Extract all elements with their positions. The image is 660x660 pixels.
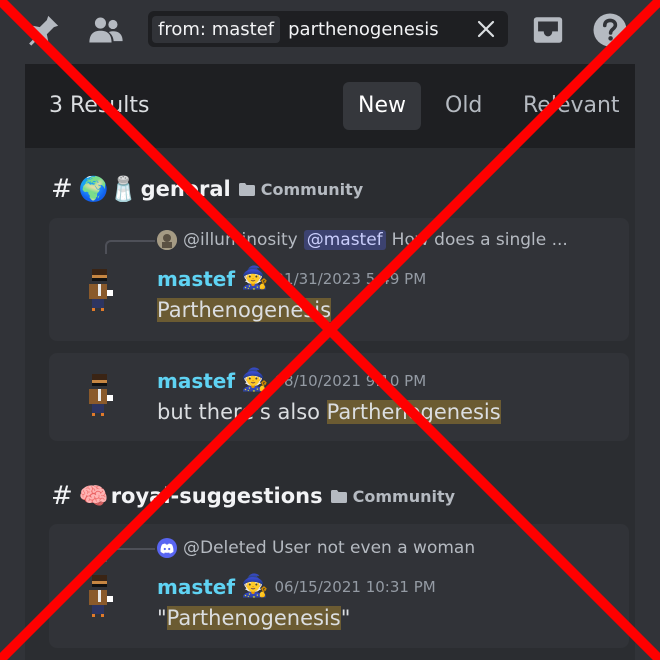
channel-emoji: 🌍🧂 [78, 175, 139, 203]
reply-text: not even a woman [316, 538, 476, 558]
avatar[interactable] [77, 572, 125, 620]
message-body: but there's also Parthenogenesis [157, 400, 501, 424]
avatar[interactable] [77, 371, 125, 419]
category-label: Community [260, 179, 364, 199]
pin-icon[interactable] [24, 10, 64, 50]
reply-connector [105, 240, 155, 254]
wizard-emoji: 🧙 [241, 368, 269, 393]
tab-sort-relevant[interactable]: Relevant [508, 82, 635, 130]
members-icon[interactable] [86, 10, 126, 50]
reply-text: How does a single ... [391, 230, 568, 250]
top-bar: from: mastef parthenogenesis [0, 0, 660, 64]
message-result[interactable]: @illuminosity @mastef How does a single … [49, 218, 629, 341]
author-name[interactable]: mastef [157, 267, 235, 291]
author-name[interactable]: mastef [157, 369, 235, 393]
results-header: 3 Results New Old Relevant [25, 64, 635, 148]
timestamp: 08/10/2021 9:10 PM [274, 371, 427, 390]
wizard-emoji: 🧙 [241, 574, 269, 599]
category-label: Community [352, 486, 456, 506]
channel-hash-icon: # [51, 481, 73, 511]
help-icon[interactable] [590, 10, 630, 50]
search-filter-chip[interactable]: from: mastef [152, 15, 281, 43]
tab-sort-old[interactable]: Old [430, 82, 497, 130]
search-filter-value: mastef [211, 18, 275, 40]
message-body: Parthenogenesis [157, 298, 332, 322]
body-text: but there's also [157, 400, 327, 424]
search-highlight: Parthenogenesis [166, 606, 341, 630]
channel-name: general [140, 177, 231, 201]
message-header: mastef 🧙 06/15/2021 10:31 PM [157, 574, 436, 599]
timestamp: 06/15/2021 10:31 PM [274, 577, 436, 596]
reply-preview[interactable]: @Deleted User not even a woman [157, 538, 475, 558]
message-result[interactable]: @Deleted User not even a woman mastef 🧙 … [49, 524, 629, 648]
body-text: " [157, 606, 167, 630]
avatar [157, 230, 177, 250]
timestamp: 01/31/2023 5:49 PM [274, 269, 427, 288]
discord-logo-icon [157, 538, 177, 558]
wizard-emoji: 🧙 [241, 266, 269, 291]
channel-name: royal-suggestions [110, 484, 323, 508]
mention[interactable]: @mastef [303, 230, 386, 250]
search-highlight: Parthenogenesis [157, 298, 332, 322]
channel-category: Community [330, 486, 456, 506]
reply-connector [105, 548, 155, 562]
results-count: 3 Results [49, 93, 150, 118]
reply-preview[interactable]: @illuminosity @mastef How does a single … [157, 230, 568, 250]
inbox-icon[interactable] [528, 10, 568, 50]
search-filter-key: from: [158, 18, 206, 40]
message-header: mastef 🧙 08/10/2021 9:10 PM [157, 368, 426, 393]
search-highlight: Parthenogenesis [326, 400, 501, 424]
avatar[interactable] [77, 266, 125, 314]
search-results-panel: 3 Results New Old Relevant # 🌍🧂 general … [25, 64, 635, 660]
reply-username[interactable]: @illuminosity [183, 230, 298, 250]
channel-header-general[interactable]: # 🌍🧂 general Community [51, 171, 363, 207]
search-query: parthenogenesis [288, 18, 439, 40]
folder-icon [238, 182, 255, 196]
message-body: "Parthenogenesis" [157, 606, 350, 630]
clear-icon[interactable] [474, 17, 498, 41]
channel-category: Community [238, 179, 364, 199]
reply-username[interactable]: @Deleted User [183, 538, 311, 558]
message-header: mastef 🧙 01/31/2023 5:49 PM [157, 266, 426, 291]
channel-emoji: 🧠 [78, 482, 109, 510]
message-result[interactable]: mastef 🧙 08/10/2021 9:10 PM but there's … [49, 353, 629, 441]
channel-hash-icon: # [51, 174, 73, 204]
folder-icon [330, 489, 347, 503]
channel-header-royal-suggestions[interactable]: # 🧠 royal-suggestions Community [51, 478, 455, 514]
author-name[interactable]: mastef [157, 575, 235, 599]
tab-sort-new[interactable]: New [343, 82, 421, 130]
body-text-after: " [340, 606, 351, 630]
search-input[interactable]: from: mastef parthenogenesis [148, 11, 508, 47]
